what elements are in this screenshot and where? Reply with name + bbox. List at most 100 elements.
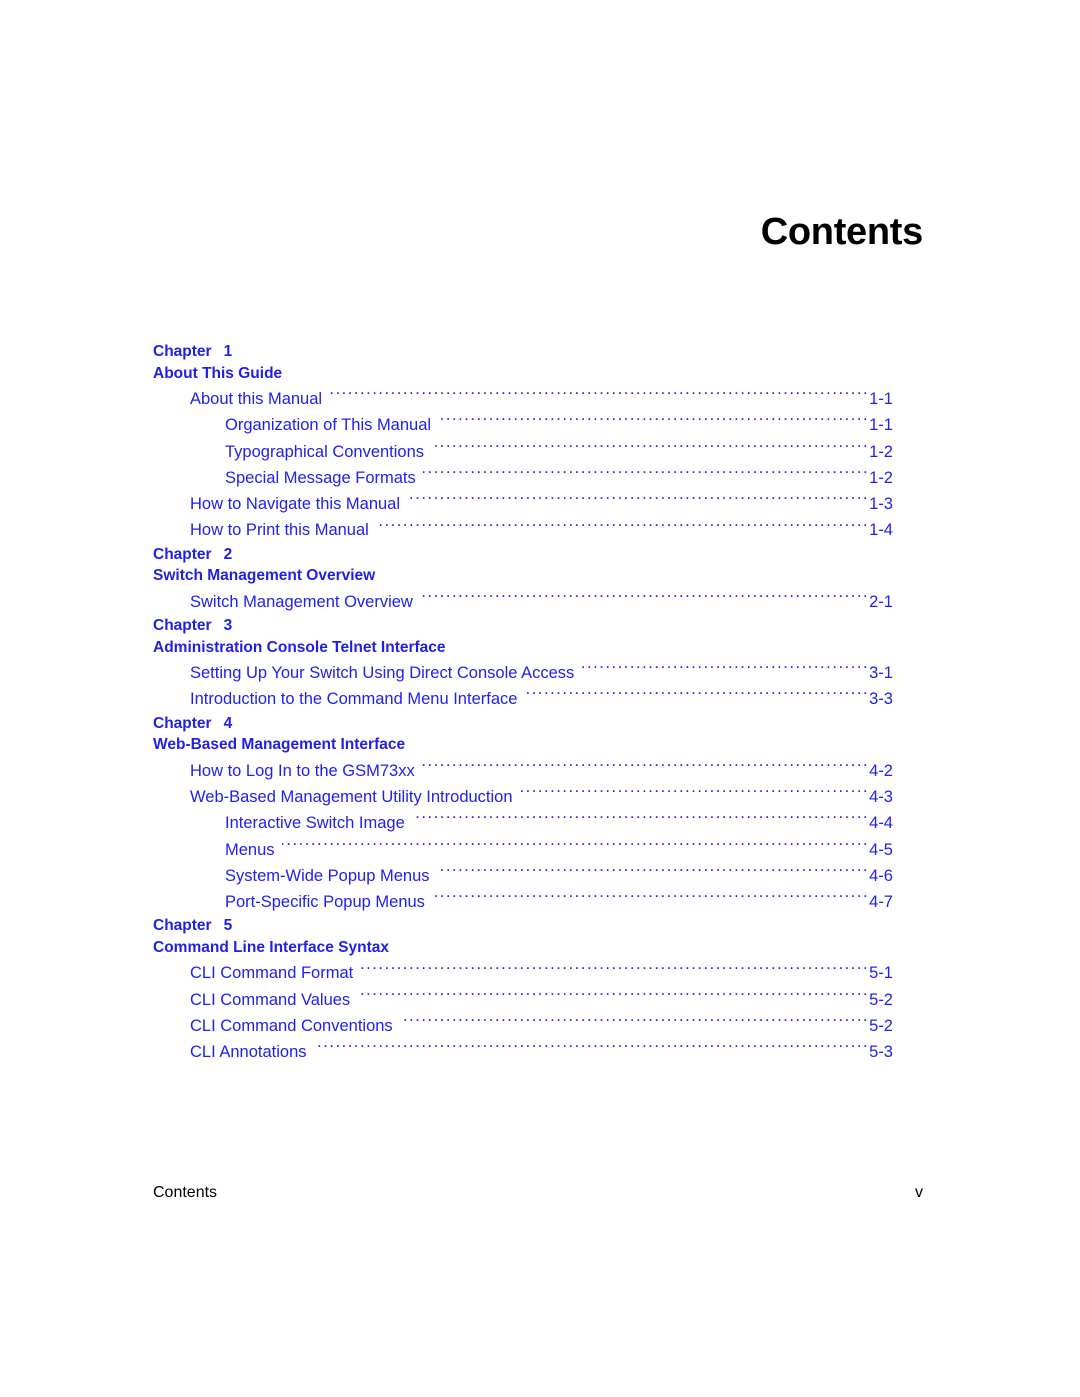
- toc-entry[interactable]: System-Wide Popup Menus 4-6: [153, 863, 893, 889]
- chapter-entry-list: Switch Management Overview 2-1: [153, 589, 893, 615]
- toc-entry-label: About this Manual: [190, 390, 323, 408]
- chapter-entry-list: CLI Command Format 5-1 CLI Command Values 5…: [153, 960, 893, 1065]
- toc-dot-leader: [400, 1015, 869, 1032]
- toc-entry[interactable]: Menus 4-5: [153, 837, 893, 863]
- toc-entry-page-number: 4-2: [869, 761, 893, 780]
- toc-dot-leader: [437, 864, 870, 881]
- toc-entry-label: Switch Management Overview: [190, 592, 413, 611]
- toc-dot-leader: [432, 891, 869, 908]
- toc-entry-page-number: 5-1: [869, 964, 893, 983]
- toc-dot-leader: [438, 414, 869, 431]
- toc-entry-label: Organization of This Manual: [225, 416, 432, 435]
- toc-entry-label: How to Navigate this Manual: [190, 495, 401, 514]
- toc-entry[interactable]: Web-Based Management Utility Introductio…: [153, 784, 893, 810]
- chapter-word: Chapter: [153, 917, 212, 935]
- toc-entry[interactable]: Setting Up Your Switch Using Direct Cons…: [153, 660, 893, 686]
- toc-entry[interactable]: Interactive Switch Image 4-4: [153, 810, 893, 836]
- chapter-block: Chapter 4 Web-Based Management Interface Ho…: [153, 713, 893, 916]
- chapter-title[interactable]: About This Guide: [153, 363, 893, 385]
- document-page: Contents Chapter 1 About This Guide About t…: [0, 0, 1080, 1397]
- toc-entry-page-number: 5-2: [869, 1017, 893, 1036]
- toc-entry-page-number: 5-3: [869, 1043, 893, 1062]
- toc-dot-leader: [282, 838, 870, 855]
- footer-page-number: v: [915, 1184, 923, 1201]
- toc-entry-page-number: 3-1: [869, 664, 893, 683]
- chapter-number: 3: [223, 617, 233, 635]
- toc-entry[interactable]: CLI Command Conventions 5-2: [153, 1013, 893, 1039]
- toc-entry-page-number: 1-3: [869, 495, 893, 514]
- chapter-entry-list: Setting Up Your Switch Using Direct Cons…: [153, 660, 893, 713]
- toc-entry-page-number: 1-4: [869, 521, 893, 540]
- toc-entry-label: CLI Command Values: [190, 990, 351, 1009]
- toc-dot-leader: [376, 519, 869, 536]
- toc-entry[interactable]: How to Print this Manual 1-4: [153, 517, 893, 543]
- toc-dot-leader: [407, 493, 869, 510]
- toc-dot-leader: [314, 1041, 870, 1058]
- toc-entry-page-number: 5-2: [869, 990, 893, 1009]
- toc-dot-leader: [422, 759, 869, 776]
- toc-entry-label: CLI Command Conventions: [190, 1017, 393, 1036]
- toc-entry[interactable]: Introduction to the Command Menu Interfa…: [153, 686, 893, 712]
- toc-entry[interactable]: Switch Management Overview 2-1: [153, 589, 893, 615]
- toc-entry[interactable]: About this Manual 1-1: [153, 386, 893, 412]
- page-footer: Contents v: [153, 1184, 923, 1202]
- toc-entry-label: Introduction to the Command Menu Interfa…: [190, 690, 518, 709]
- chapter-number: 5: [223, 917, 233, 935]
- chapter-heading: Chapter 4: [153, 713, 893, 735]
- toc-entry-label: Special Message Formats: [225, 468, 416, 487]
- toc-entry[interactable]: CLI Command Values 5-2: [153, 987, 893, 1013]
- chapter-title[interactable]: Command Line Interface Syntax: [153, 937, 893, 959]
- toc-entry-label: Setting Up Your Switch Using Direct Cons…: [190, 664, 575, 683]
- toc-entry-label: Interactive Switch Image: [225, 814, 405, 833]
- chapter-entry-list: About this Manual1-1Organization of This…: [153, 386, 893, 544]
- toc-dot-leader: [431, 440, 869, 457]
- chapter-number: 1: [223, 343, 233, 360]
- toc-dot-leader: [360, 962, 869, 979]
- chapter-heading: Chapter 5: [153, 915, 893, 937]
- toc-entry-label: Menus: [225, 840, 275, 859]
- toc-entry-page-number: 2-1: [869, 592, 893, 611]
- chapter-word: Chapter: [153, 714, 212, 732]
- toc-entry[interactable]: Special Message Formats 1-2: [153, 465, 893, 491]
- toc-dot-leader: [581, 662, 869, 679]
- chapter-heading: Chapter 3: [153, 615, 893, 637]
- toc-entry-page-number: 1-1: [869, 416, 893, 435]
- table-of-contents: Chapter 1 About This Guide About this Manua…: [153, 341, 893, 1066]
- toc-dot-leader: [524, 688, 869, 705]
- chapter-block: Chapter 2 Switch Management Overview Switch…: [153, 544, 893, 615]
- toc-entry-page-number: 4-7: [869, 893, 893, 912]
- toc-entry[interactable]: CLI Command Format 5-1: [153, 960, 893, 986]
- footer-section-label: Contents: [153, 1184, 218, 1201]
- toc-dot-leader: [520, 785, 870, 802]
- toc-dot-leader: [412, 812, 869, 829]
- toc-entry[interactable]: Port-Specific Popup Menus 4-7: [153, 889, 893, 915]
- toc-entry-page-number: 1-1: [869, 390, 893, 408]
- chapter-block: Chapter 1 About This Guide About this Manua…: [153, 341, 893, 544]
- toc-dot-leader: [357, 988, 869, 1005]
- chapter-number: 2: [223, 545, 233, 563]
- chapter-block: Chapter 5 Command Line Interface Syntax CLI…: [153, 915, 893, 1065]
- toc-entry[interactable]: CLI Annotations 5-3: [153, 1039, 893, 1065]
- toc-entry-label: System-Wide Popup Menus: [225, 866, 430, 885]
- toc-entry-label: How to Log In to the GSM73xx: [190, 761, 415, 780]
- toc-entry[interactable]: Typographical Conventions 1-2: [153, 439, 893, 465]
- chapter-heading: Chapter 1: [153, 341, 893, 363]
- toc-entry-page-number: 1-2: [869, 468, 893, 487]
- toc-entry-page-number: 4-6: [869, 866, 893, 885]
- toc-dot-leader: [420, 590, 869, 607]
- toc-entry-page-number: 4-5: [869, 840, 893, 859]
- chapter-word: Chapter: [153, 343, 212, 360]
- toc-entry-page-number: 3-3: [869, 690, 893, 709]
- chapter-title[interactable]: Web-Based Management Interface: [153, 734, 893, 756]
- toc-entry[interactable]: How to Navigate this Manual 1-3: [153, 491, 893, 517]
- toc-entry-page-number: 4-4: [869, 814, 893, 833]
- chapter-title[interactable]: Administration Console Telnet Interface: [153, 637, 893, 659]
- toc-entry[interactable]: How to Log In to the GSM73xx 4-2: [153, 758, 893, 784]
- chapter-entry-list: How to Log In to the GSM73xx 4-2 Web-Based…: [153, 758, 893, 916]
- chapter-block: Chapter 3 Administration Console Telnet In…: [153, 615, 893, 713]
- chapter-title[interactable]: Switch Management Overview: [153, 565, 893, 587]
- toc-entry-label: CLI Annotations: [190, 1043, 307, 1062]
- toc-entry-page-number: 4-3: [869, 787, 893, 806]
- toc-entry-page-number: 1-2: [869, 442, 893, 461]
- toc-entry[interactable]: Organization of This Manual 1-1: [153, 412, 893, 438]
